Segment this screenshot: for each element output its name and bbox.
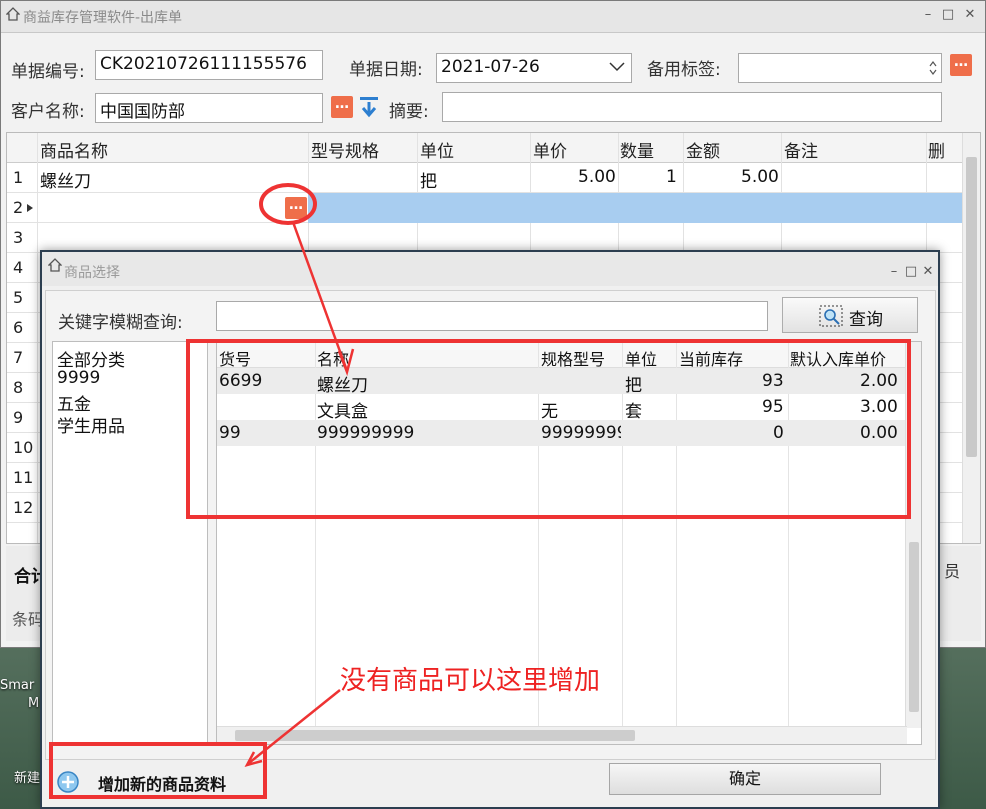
annotation-circle bbox=[259, 183, 317, 225]
annotation-add-new-box bbox=[49, 742, 267, 799]
annotation-product-grid-box bbox=[186, 339, 911, 519]
annotation-text: 没有商品可以这里增加 bbox=[340, 666, 601, 696]
